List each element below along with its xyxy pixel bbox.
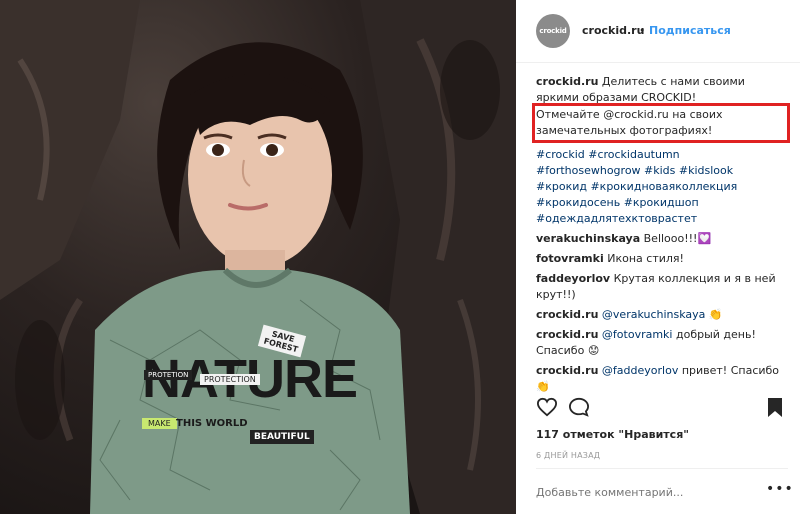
caption-highlight: Отмечайте @crockid.ru на своих замечател… bbox=[532, 103, 790, 143]
post-photo[interactable]: SAVE FOREST NATURE PROTETION PROTECTION … bbox=[0, 0, 516, 514]
caption-hashtags[interactable]: #crockid #crockidautumn #forthosewhogrow… bbox=[536, 147, 786, 227]
shirt-protection-2: PROTECTION bbox=[200, 374, 260, 385]
header-dot-separator: • bbox=[639, 24, 646, 37]
comment-item: faddeyorlov Крутая коллекция и я в ней к… bbox=[536, 271, 786, 303]
comment-text: Икона стиля! bbox=[607, 252, 684, 265]
likes-count[interactable]: 117 отметок "Нравится" bbox=[536, 428, 689, 441]
post-panel: crockid crockid.ru • Подписаться crockid… bbox=[516, 0, 800, 514]
heart-icon[interactable] bbox=[536, 397, 558, 421]
follow-button[interactable]: Подписаться bbox=[649, 24, 731, 37]
comment-username[interactable]: faddeyorlov bbox=[536, 272, 610, 285]
caption-username[interactable]: crockid.ru bbox=[536, 75, 598, 88]
divider bbox=[536, 468, 788, 469]
more-options-icon[interactable]: ••• bbox=[766, 481, 794, 497]
comment-username[interactable]: crockid.ru bbox=[536, 328, 598, 341]
caption: crockid.ru Делитесь с нами своими яркими… bbox=[532, 74, 790, 143]
shirt-print: SAVE FOREST NATURE PROTETION PROTECTION … bbox=[142, 324, 358, 470]
shirt-beautiful: BEAUTIFUL bbox=[250, 430, 314, 444]
avatar[interactable]: crockid bbox=[536, 14, 570, 48]
post-header: crockid crockid.ru • Подписаться bbox=[516, 0, 800, 63]
comment-item: crockid.ru @fotovramki добрый день! Спас… bbox=[536, 327, 786, 359]
comment-mention[interactable]: @fotovramki bbox=[602, 328, 673, 341]
comment-icon[interactable] bbox=[568, 397, 590, 421]
comment-item: fotovramki Икона стиля! bbox=[536, 251, 786, 267]
comment-text: Bellooo!!!💟 bbox=[643, 232, 712, 245]
comment-username[interactable]: fotovramki bbox=[536, 252, 604, 265]
timestamp[interactable]: 6 ДНЕЙ НАЗАД bbox=[536, 451, 600, 460]
comments-list: crockid.ru Делитесь с нами своими яркими… bbox=[532, 74, 790, 399]
bookmark-icon[interactable] bbox=[766, 397, 784, 422]
action-bar bbox=[516, 394, 800, 420]
comment-item: crockid.ru @faddeyorlov привет! Спасибо … bbox=[536, 363, 786, 395]
comment-username[interactable]: crockid.ru bbox=[536, 308, 598, 321]
shirt-make: MAKE bbox=[142, 418, 177, 429]
comment-item: verakuchinskaya Bellooo!!!💟 bbox=[536, 231, 786, 247]
comment-username[interactable]: crockid.ru bbox=[536, 364, 598, 377]
comment-mention[interactable]: @faddeyorlov bbox=[602, 364, 678, 377]
comment-mention[interactable]: @verakuchinskaya bbox=[602, 308, 706, 321]
comment-input[interactable] bbox=[536, 480, 751, 504]
comment-username[interactable]: verakuchinskaya bbox=[536, 232, 640, 245]
header-username[interactable]: crockid.ru bbox=[582, 24, 644, 37]
shirt-this-world: THIS WORLD bbox=[176, 418, 248, 429]
avatar-text: crockid bbox=[539, 27, 567, 35]
comment-text: 👏 bbox=[708, 308, 723, 321]
shirt-protection-1: PROTETION bbox=[144, 370, 193, 380]
comment-item: crockid.ru @verakuchinskaya 👏 bbox=[536, 307, 786, 323]
